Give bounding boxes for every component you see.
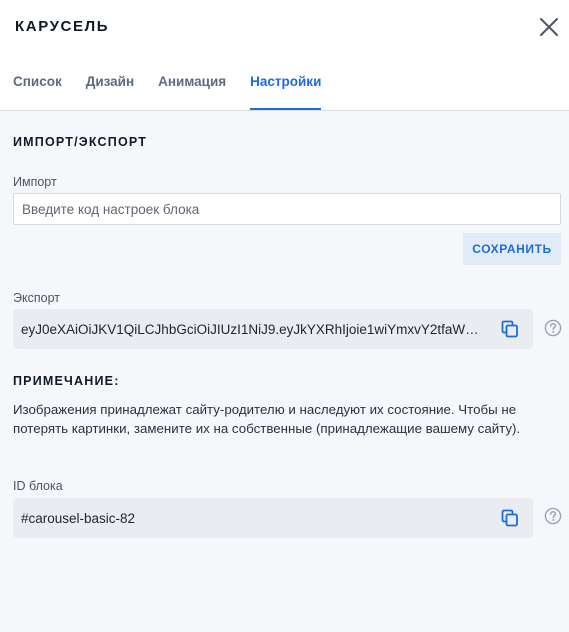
import-label: Импорт [13,175,57,189]
save-button[interactable]: СОХРАНИТЬ [463,233,561,265]
help-icon [544,507,562,525]
close-icon [540,18,558,36]
export-label: Экспорт [13,291,60,305]
note-heading: ПРИМЕЧАНИЕ: [13,374,120,388]
copy-icon [501,509,518,527]
tab-settings[interactable]: Настройки [250,74,322,110]
import-input[interactable] [13,193,561,225]
block-id-label: ID блока [13,479,63,493]
tab-design[interactable]: Дизайн [86,74,134,110]
help-icon [544,319,562,337]
tab-list[interactable]: Список [13,74,62,110]
export-code-field: eyJ0eXAiOiJKV1QiLCJhbGciOiJIUzI1NiJ9.eyJ… [13,309,533,349]
copy-block-id-button[interactable] [501,509,519,527]
close-button[interactable] [537,15,561,39]
export-code-value: eyJ0eXAiOiJKV1QiLCJhbGciOiJIUzI1NiJ9.eyJ… [21,321,479,337]
note-text: Изображения принадлежат сайту-родителю и… [13,402,521,436]
copy-icon [501,320,518,338]
panel-title: КАРУСЕЛЬ [15,18,110,35]
export-help-button[interactable] [544,319,562,337]
copy-export-button[interactable] [501,320,519,338]
block-id-value: #carousel-basic-82 [21,510,136,526]
tab-animation[interactable]: Анимация [158,74,226,110]
import-export-heading: ИМПОРТ/ЭКСПОРТ [13,135,148,149]
panel-header: КАРУСЕЛЬ Список Дизайн Анимация Настройк… [0,0,569,111]
block-id-help-button[interactable] [544,507,562,525]
tab-bar: Список Дизайн Анимация Настройки [13,74,345,111]
block-id-field: #carousel-basic-82 [13,498,533,538]
